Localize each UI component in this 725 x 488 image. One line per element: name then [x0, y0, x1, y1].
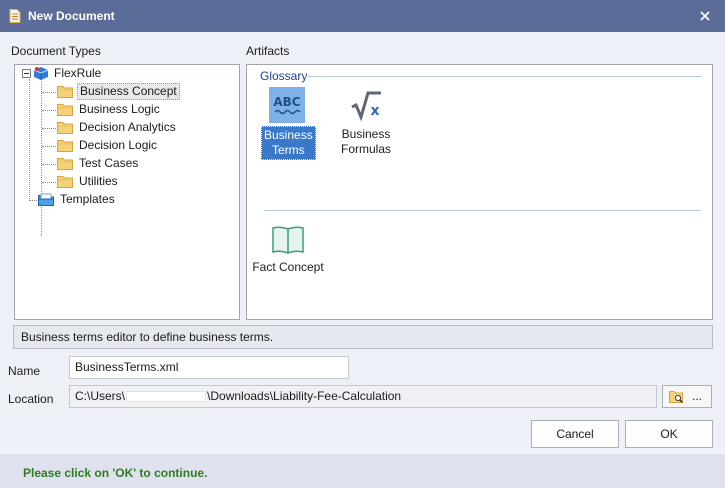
window-title: New Document	[28, 9, 115, 23]
folder-icon	[57, 86, 73, 98]
redacted-username	[126, 391, 207, 403]
cancel-button[interactable]: Cancel	[531, 420, 619, 448]
artifact-caption: Business Formulas	[340, 127, 391, 156]
tree-connector	[42, 92, 56, 93]
tree-connector	[42, 128, 56, 129]
tree-connector	[42, 146, 56, 147]
tree-item-label: Business Logic	[79, 102, 160, 116]
folder-icon	[57, 176, 73, 188]
tree-item-label: Templates	[60, 192, 115, 206]
tree-root-label: FlexRule	[54, 66, 102, 80]
artifacts-panel: Glossary ABC Business Terms x Business For…	[246, 64, 713, 320]
glossary-group-label: Glossary	[260, 69, 308, 83]
cube-icon	[33, 67, 49, 80]
location-label: Location	[8, 392, 54, 406]
artifact-divider	[264, 210, 701, 211]
collapse-icon[interactable]	[22, 69, 31, 78]
folder-icon	[57, 158, 73, 170]
artifact-business-formulas[interactable]: x Business Formulas	[335, 87, 397, 158]
formula-icon: x	[351, 91, 381, 122]
tree-connector	[41, 81, 42, 236]
tree-connector	[42, 164, 56, 165]
ok-button[interactable]: OK	[625, 420, 713, 448]
artifact-caption: Business Terms	[261, 126, 316, 160]
footer-message: Please click on 'OK' to continue.	[23, 466, 208, 480]
folder-icon	[57, 140, 73, 152]
artifacts-label: Artifacts	[246, 44, 290, 58]
document-icon	[9, 9, 21, 23]
tree-connector	[42, 182, 56, 183]
location-suffix: \Downloads\Liability-Fee-Calculation	[207, 389, 402, 403]
document-types-tree[interactable]: FlexRule Business Concept Business Logic…	[14, 64, 240, 320]
folder-icon	[57, 122, 73, 134]
templates-icon	[38, 193, 54, 206]
tree-item-label: Utilities	[79, 174, 118, 188]
tree-item-label: Business Concept	[77, 83, 180, 100]
location-prefix: C:\Users\	[75, 389, 126, 403]
title-bar: New Document	[0, 0, 725, 32]
close-icon[interactable]	[698, 9, 712, 23]
artifact-caption: Fact Concept	[252, 260, 324, 274]
tree-connector	[42, 110, 56, 111]
tree-item-label: Test Cases	[79, 156, 139, 170]
svg-text:x: x	[370, 103, 379, 119]
artifact-fact-concept[interactable]: Fact Concept	[250, 225, 326, 276]
description-bar: Business terms editor to define business…	[13, 325, 713, 349]
dialog-body: Document Types Artifacts FlexRule Busine…	[0, 32, 725, 454]
tree-item-label: Decision Logic	[79, 138, 158, 152]
folder-icon	[57, 104, 73, 116]
group-divider	[305, 76, 702, 77]
name-label: Name	[8, 364, 41, 378]
svg-text:ABC: ABC	[273, 95, 300, 109]
abc-icon: ABC	[269, 87, 305, 123]
browse-ellipsis: ...	[692, 389, 703, 403]
tree-connector	[29, 79, 30, 201]
name-input[interactable]: BusinessTerms.xml	[69, 356, 349, 379]
book-icon	[272, 226, 304, 254]
tree-item-label: Decision Analytics	[79, 120, 176, 134]
location-input[interactable]: C:\Users\ \Downloads\Liability-Fee-Calcul…	[69, 385, 657, 408]
artifact-business-terms[interactable]: ABC Business Terms	[261, 87, 316, 160]
folder-search-icon	[669, 391, 684, 404]
browse-button[interactable]: ...	[662, 385, 712, 408]
status-footer: Please click on 'OK' to continue.	[0, 454, 725, 488]
document-types-label: Document Types	[11, 44, 101, 58]
